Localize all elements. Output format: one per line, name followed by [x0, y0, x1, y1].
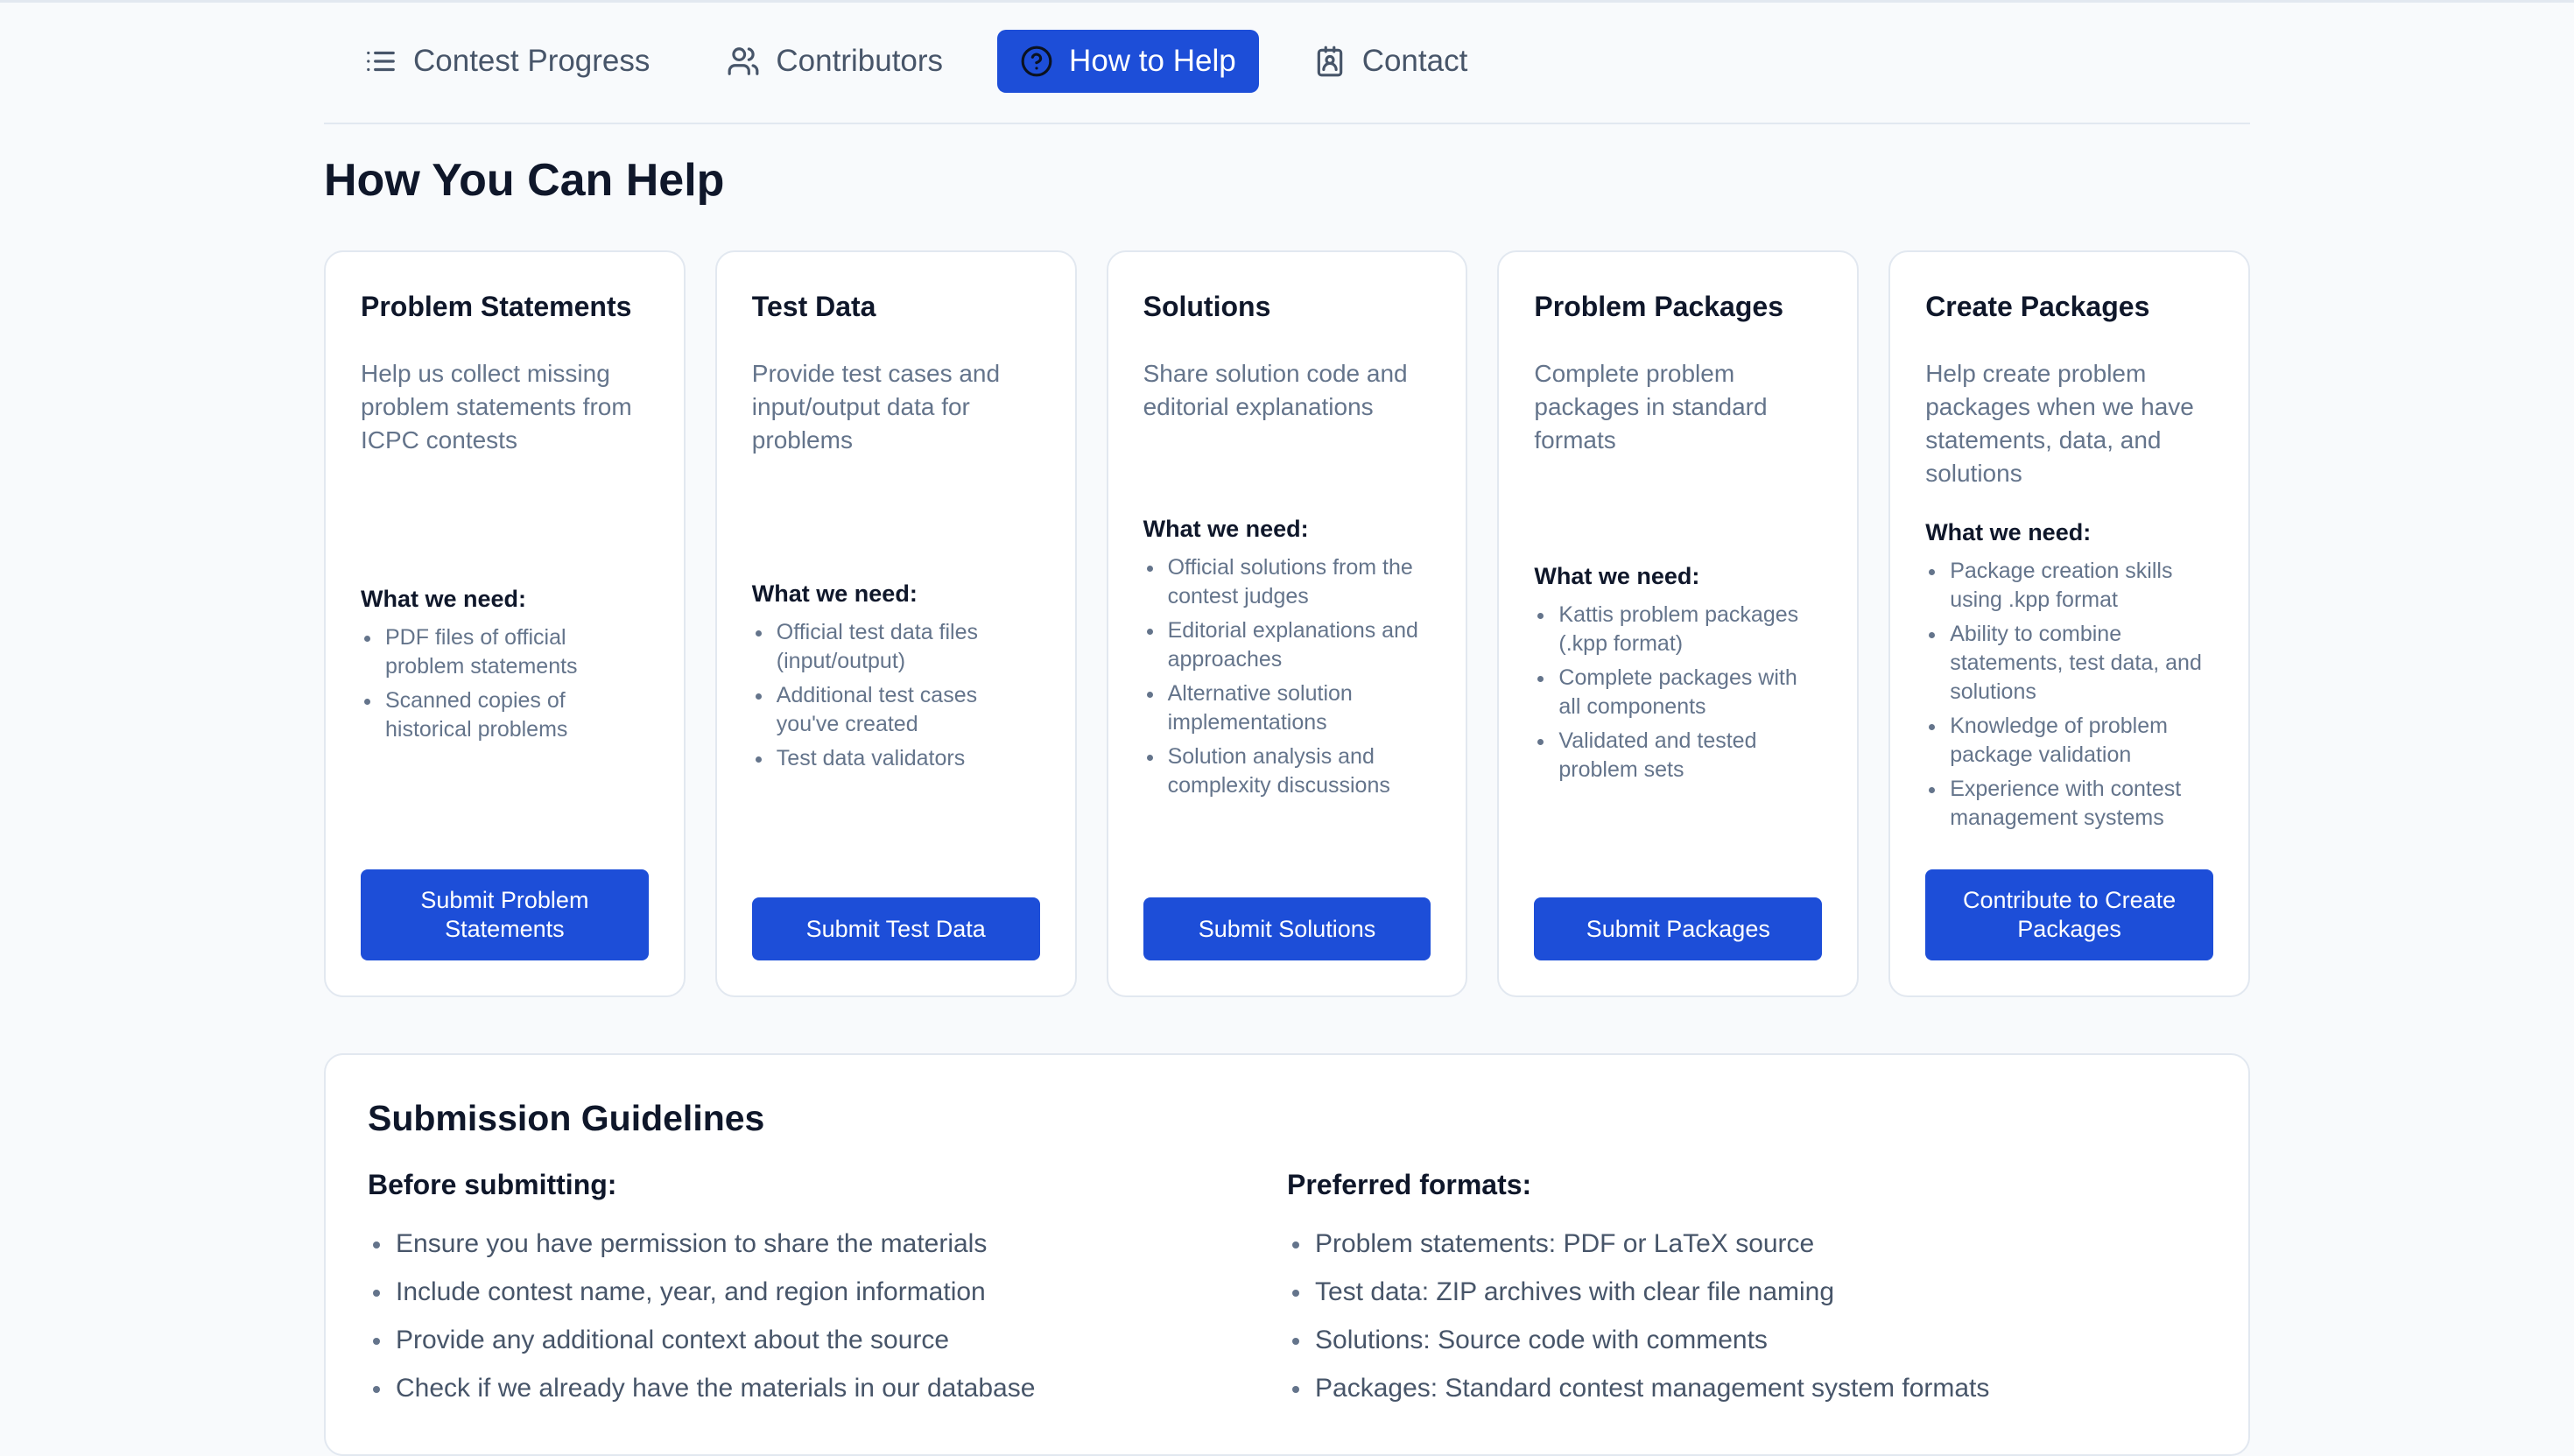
needs-block: What we need: Kattis problem packages (.…: [1534, 560, 1822, 790]
preferred-formats-list: Problem statements: PDF or LaTeX source …: [1287, 1220, 2206, 1412]
needs-heading: What we need:: [361, 586, 527, 612]
needs-list: Package creation skills using .kpp forma…: [1925, 557, 2213, 833]
submission-guidelines: Submission Guidelines Before submitting:…: [324, 1053, 2250, 1456]
needs-heading: What we need:: [1534, 563, 1700, 589]
card-title: Create Packages: [1925, 291, 2150, 322]
page-title: How You Can Help: [324, 155, 725, 206]
list-item: Alternative solution implementations: [1143, 679, 1431, 737]
list-item: Solutions: Source code with comments: [1287, 1316, 2206, 1364]
needs-block: What we need: Official test data files (…: [752, 578, 1040, 778]
card-title: Problem Packages: [1534, 291, 1783, 322]
list-item: Test data: ZIP archives with clear file …: [1287, 1268, 2206, 1316]
tab-how-to-help[interactable]: How to Help: [997, 30, 1259, 93]
contribute-create-packages-button[interactable]: Contribute to Create Packages: [1925, 869, 2213, 960]
list-item: Kattis problem packages (.kpp format): [1534, 601, 1822, 658]
card-description: Share solution code and editorial explan…: [1143, 360, 1408, 420]
needs-list: Official solutions from the contest judg…: [1143, 553, 1431, 800]
main-container: Contest Progress Contributors How to Hel…: [324, 0, 2250, 1456]
submit-packages-button[interactable]: Submit Packages: [1534, 897, 1823, 960]
list-item: Provide any additional context about the…: [368, 1316, 1287, 1364]
tab-contact[interactable]: Contact: [1291, 30, 1491, 93]
needs-heading: What we need:: [1925, 519, 2092, 545]
card-description: Provide test cases and input/output data…: [751, 360, 1001, 454]
needs-list: Kattis problem packages (.kpp format) Co…: [1534, 601, 1822, 784]
list-item: Package creation skills using .kpp forma…: [1925, 557, 2213, 615]
needs-block: What we need: PDF files of official prob…: [361, 583, 649, 749]
list-item: Test data validators: [752, 744, 1040, 773]
card-problem-packages: Problem Packages Complete problem packag…: [1497, 250, 1860, 997]
submit-problem-statements-button[interactable]: Submit Problem Statements: [361, 869, 649, 960]
needs-list: PDF files of official problem statements…: [361, 623, 649, 744]
contact-card-icon: [1317, 46, 1342, 77]
tab-label: Contact: [1361, 44, 1468, 78]
card-problem-statements: Problem Statements Help us collect missi…: [324, 250, 686, 997]
users-icon: [728, 47, 759, 75]
help-circle-icon: [1021, 46, 1052, 77]
list-item: Official solutions from the contest judg…: [1143, 553, 1431, 611]
list-item: Validated and tested problem sets: [1534, 727, 1822, 784]
guidelines-title: Submission Guidelines: [368, 1098, 765, 1138]
preferred-formats-column: Preferred formats: Problem statements: P…: [1287, 1165, 2206, 1412]
list-item: Ability to combine statements, test data…: [1925, 620, 2213, 707]
list-item: Editorial explanations and approaches: [1143, 616, 1431, 674]
list-item: Problem statements: PDF or LaTeX source: [1287, 1220, 2206, 1268]
card-description: Complete problem packages in standard fo…: [1534, 360, 1768, 454]
list-icon: [367, 51, 395, 72]
list-item: Ensure you have permission to share the …: [368, 1220, 1287, 1268]
submit-solutions-button[interactable]: Submit Solutions: [1143, 897, 1431, 960]
preferred-formats-heading: Preferred formats:: [1287, 1169, 1532, 1200]
card-title: Solutions: [1143, 291, 1271, 322]
needs-heading: What we need:: [1143, 516, 1309, 542]
guidelines-columns: Before submitting: Ensure you have permi…: [368, 1165, 2206, 1412]
list-item: Scanned copies of historical problems: [361, 686, 649, 744]
tab-label: Contributors: [776, 44, 944, 78]
card-description: Help create problem packages when we hav…: [1925, 360, 2194, 487]
list-item: Packages: Standard contest management sy…: [1287, 1364, 2206, 1412]
card-create-packages: Create Packages Help create problem pack…: [1888, 250, 2250, 997]
before-submitting-column: Before submitting: Ensure you have permi…: [368, 1165, 1287, 1412]
before-submitting-list: Ensure you have permission to share the …: [368, 1220, 1287, 1412]
list-item: Knowledge of problem package validation: [1925, 712, 2213, 770]
tab-contributors[interactable]: Contributors: [704, 30, 966, 93]
tab-contest-progress[interactable]: Contest Progress: [341, 30, 672, 93]
list-item: Include contest name, year, and region i…: [368, 1268, 1287, 1316]
list-item: Solution analysis and complexity discuss…: [1143, 742, 1431, 800]
tab-label: How to Help: [1069, 44, 1236, 78]
card-title: Test Data: [751, 291, 876, 322]
needs-heading: What we need:: [751, 580, 918, 607]
tab-label: Contest Progress: [413, 44, 651, 78]
card-solutions: Solutions Share solution code and editor…: [1106, 250, 1468, 997]
list-item: PDF files of official problem statements: [361, 623, 649, 681]
card-test-data: Test Data Provide test cases and input/o…: [714, 250, 1077, 997]
needs-list: Official test data files (input/output) …: [752, 618, 1040, 773]
before-submitting-heading: Before submitting:: [368, 1169, 617, 1200]
tab-nav: Contest Progress Contributors How to Hel…: [324, 0, 2250, 124]
card-title: Problem Statements: [361, 291, 632, 322]
list-item: Additional test cases you've created: [752, 681, 1040, 739]
list-item: Complete packages with all components: [1534, 664, 1822, 721]
card-description: Help us collect missing problem statemen…: [361, 360, 632, 454]
list-item: Check if we already have the materials i…: [368, 1364, 1287, 1412]
list-item: Experience with contest management syste…: [1925, 775, 2213, 833]
help-cards: Problem Statements Help us collect missi…: [324, 250, 2250, 997]
needs-block: What we need: Package creation skills us…: [1925, 517, 2213, 838]
submit-test-data-button[interactable]: Submit Test Data: [751, 897, 1040, 960]
needs-block: What we need: Official solutions from th…: [1143, 513, 1431, 805]
list-item: Official test data files (input/output): [752, 618, 1040, 676]
